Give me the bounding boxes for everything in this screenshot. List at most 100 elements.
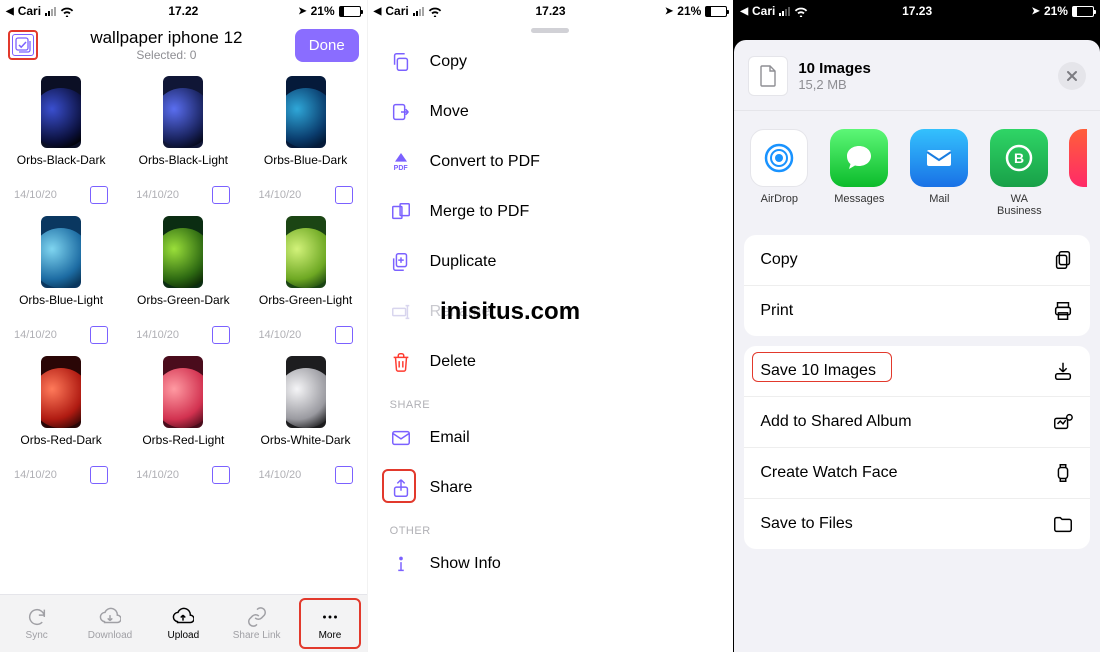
checkbox[interactable] [212,326,230,344]
action-save-images[interactable]: Save 10 Images [744,346,1090,396]
menu-duplicate[interactable]: Duplicate [368,237,734,287]
tool-sync[interactable]: Sync [0,595,73,652]
actions-card-1: Copy Print [744,235,1090,336]
tool-download-label: Download [88,630,132,641]
action-add-shared-album[interactable]: Add to Shared Album [744,396,1090,447]
file-date: 14/10/20 [14,329,57,341]
menu-merge-pdf[interactable]: Merge to PDF [368,187,734,237]
grid-cell[interactable]: Orbs-Green-Dark 14/10/20 [122,210,244,350]
grid-cell[interactable]: Orbs-Red-Dark 14/10/20 [0,350,122,490]
menu-show-info[interactable]: Show Info [368,539,734,589]
file-date: 14/10/20 [136,469,179,481]
file-grid: Orbs-Black-Dark 14/10/20 Orbs-Black-Ligh… [0,66,367,490]
section-other-label: OTHER [368,513,734,539]
checkbox[interactable] [335,466,353,484]
select-all-button[interactable] [12,34,34,56]
grid-cell[interactable]: Orbs-Blue-Dark 14/10/20 [244,70,366,210]
file-name: Orbs-Red-Light [142,434,224,462]
duplicate-icon [390,251,412,273]
menu-duplicate-label: Duplicate [430,253,497,271]
done-button[interactable]: Done [295,29,359,62]
file-name: Orbs-Black-Light [139,154,228,182]
copy-icon [390,51,412,73]
file-date: 14/10/20 [136,189,179,201]
action-copy[interactable]: Copy [744,235,1090,285]
grid-cell[interactable]: Orbs-Black-Light 14/10/20 [122,70,244,210]
highlight-save-images [752,352,892,382]
grid-cell[interactable]: Orbs-Green-Light 14/10/20 [244,210,366,350]
file-name: Orbs-Blue-Light [19,294,103,322]
file-name: Orbs-Green-Light [259,294,352,322]
file-name: Orbs-White-Dark [261,434,351,462]
app-mail[interactable]: Mail [910,129,968,217]
status-time: 17.22 [0,4,367,18]
menu-merge-pdf-label: Merge to PDF [430,203,530,221]
close-button[interactable] [1058,62,1086,90]
checkbox[interactable] [212,186,230,204]
page-title: wallpaper iphone 12 [38,28,295,48]
tool-sharelink[interactable]: Share Link [220,595,293,652]
section-share-label: SHARE [368,387,734,413]
file-name: Orbs-Black-Dark [17,154,106,182]
tool-sync-label: Sync [26,630,48,641]
checkbox[interactable] [335,326,353,344]
checkbox[interactable] [335,186,353,204]
tool-download[interactable]: Download [73,595,146,652]
grid-cell[interactable]: Orbs-Red-Light 14/10/20 [122,350,244,490]
panel-action-menu: ◀ Cari 17.23 ➤ 21% Copy Move PDF [367,0,734,652]
thumbnail [163,356,203,428]
app-mail-label: Mail [929,193,949,205]
app-messages[interactable]: Messages [830,129,888,217]
thumbnail [286,356,326,428]
checkbox[interactable] [212,466,230,484]
menu-convert-pdf[interactable]: PDF Convert to PDF [368,137,734,187]
sheet-handle[interactable] [531,28,569,33]
merge-icon [390,201,412,223]
share-sheet: 10 Images 15,2 MB AirDrop Messages [734,40,1100,652]
tool-more[interactable]: More [293,595,366,652]
menu-share[interactable]: Share [368,463,734,513]
menu-copy[interactable]: Copy [368,37,734,87]
action-watch-face[interactable]: Create Watch Face [744,447,1090,498]
app-more[interactable] [1070,129,1086,217]
menu-move[interactable]: Move [368,87,734,137]
thumbnail [163,76,203,148]
file-name: Orbs-Green-Dark [137,294,230,322]
menu-copy-label: Copy [430,53,467,71]
action-copy-label: Copy [760,251,797,269]
battery-icon [1072,6,1094,17]
app-messages-label: Messages [834,193,884,205]
watch-icon [1052,462,1074,484]
grid-cell[interactable]: Orbs-Black-Dark 14/10/20 [0,70,122,210]
checkbox[interactable] [90,186,108,204]
pdf-icon: PDF [390,151,412,173]
share-apps-row[interactable]: AirDrop Messages Mail B WA Business [734,111,1100,225]
highlight-more [299,598,360,649]
file-name: Orbs-Blue-Dark [264,154,347,182]
app-airdrop[interactable]: AirDrop [750,129,808,217]
trash-icon [390,351,412,373]
file-date: 14/10/20 [14,189,57,201]
thumbnail [286,76,326,148]
menu-convert-pdf-label: Convert to PDF [430,153,540,171]
action-print[interactable]: Print [744,285,1090,336]
grid-cell[interactable]: Orbs-Blue-Light 14/10/20 [0,210,122,350]
menu-email[interactable]: Email [368,413,734,463]
app-wabusiness[interactable]: B WA Business [990,129,1048,217]
checkbox[interactable] [90,326,108,344]
status-bar: ◀ Cari 17.23 ➤ 21% [734,0,1100,22]
menu-delete[interactable]: Delete [368,337,734,387]
file-name: Orbs-Red-Dark [20,434,101,462]
grid-cell[interactable]: Orbs-White-Dark 14/10/20 [244,350,366,490]
action-save-files[interactable]: Save to Files [744,498,1090,549]
tool-upload[interactable]: Upload [147,595,220,652]
thumbnail [41,216,81,288]
thumbnail [163,216,203,288]
app-airdrop-label: AirDrop [761,193,798,205]
actions-card-2: Save 10 Images Add to Shared Album Creat… [744,346,1090,549]
rename-icon [390,301,412,323]
menu-rename: Rename [368,287,734,337]
checkbox[interactable] [90,466,108,484]
status-time: 17.23 [368,4,734,18]
menu-email-label: Email [430,429,470,447]
